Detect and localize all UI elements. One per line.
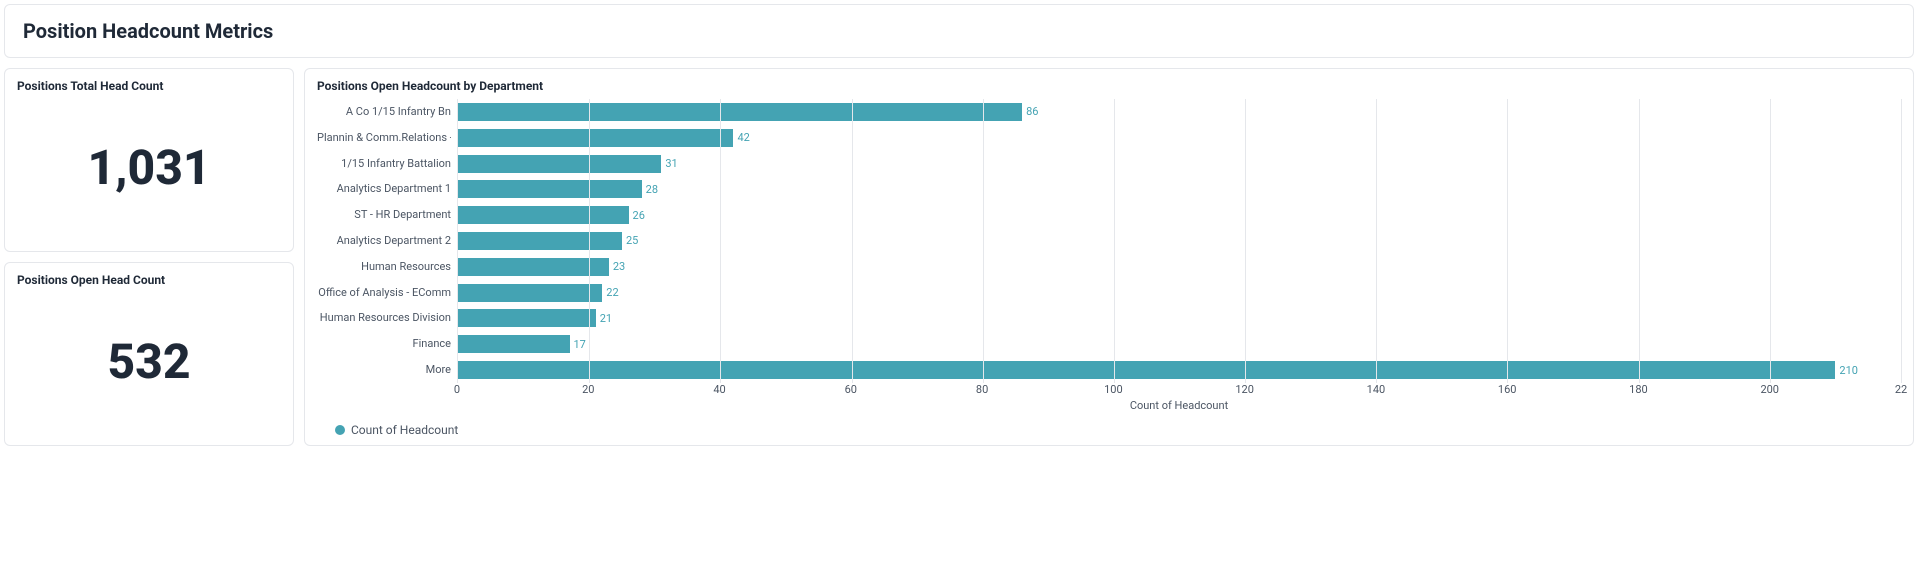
- y-tick-label: A Co 1/15 Infantry Bn: [317, 103, 451, 121]
- x-tick-label: 100: [1104, 383, 1123, 396]
- bars-container[interactable]: 86 42 31 2826 2523 22 21 17 210: [457, 99, 1901, 383]
- bar-row[interactable]: 28: [458, 180, 1901, 198]
- chart-card: Positions Open Headcount by Department A…: [304, 68, 1914, 446]
- x-tick-label: 120: [1235, 383, 1254, 396]
- gridline: [1376, 99, 1377, 383]
- kpi-open-value: 532: [17, 287, 281, 435]
- page-header: Position Headcount Metrics: [4, 4, 1914, 58]
- bar-value-label: 26: [633, 209, 645, 222]
- y-tick-label: Analytics Department 2: [317, 232, 451, 250]
- bar[interactable]: [458, 258, 609, 276]
- bar-row[interactable]: 26: [458, 206, 1901, 224]
- chart-legend[interactable]: Count of Headcount: [317, 417, 1901, 437]
- bar-row[interactable]: 21: [458, 309, 1901, 327]
- y-tick-label: Office of Analysis - EComm: [317, 284, 451, 302]
- bar-value-label: 42: [737, 131, 749, 144]
- kpi-total-title: Positions Total Head Count: [17, 79, 281, 93]
- content-row: Positions Total Head Count 1,031 Positio…: [0, 68, 1918, 446]
- bar-value-label: 21: [600, 312, 612, 325]
- bar[interactable]: [458, 103, 1022, 121]
- gridline: [1114, 99, 1115, 383]
- bar-row[interactable]: 86: [458, 103, 1901, 121]
- bar[interactable]: [458, 361, 1835, 379]
- bar[interactable]: [458, 206, 629, 224]
- bar-row[interactable]: 23: [458, 258, 1901, 276]
- gridline: [852, 99, 853, 383]
- bar-value-label: 31: [665, 157, 677, 170]
- bar-value-label: 28: [646, 183, 658, 196]
- kpi-open-card: Positions Open Head Count 532: [4, 262, 294, 446]
- gridline: [589, 99, 590, 383]
- bar-value-label: 17: [574, 338, 586, 351]
- bar-value-label: 23: [613, 260, 625, 273]
- y-axis-labels: A Co 1/15 Infantry Bn Plannin & Comm.Rela…: [317, 99, 457, 383]
- kpi-total-card: Positions Total Head Count 1,031: [4, 68, 294, 252]
- bar[interactable]: [458, 335, 570, 353]
- x-axis-label-row: Count of Headcount: [317, 399, 1901, 417]
- x-tick-label: 160: [1498, 383, 1517, 396]
- page-title: Position Headcount Metrics: [23, 19, 1895, 43]
- bars-stack: 86 42 31 2826 2523 22 21 17 210: [458, 99, 1901, 383]
- bar-value-label: 22: [606, 286, 618, 299]
- x-axis-label: Count of Headcount: [457, 399, 1901, 417]
- bar[interactable]: [458, 309, 596, 327]
- legend-dot-icon: [335, 425, 345, 435]
- kpi-open-title: Positions Open Head Count: [17, 273, 281, 287]
- bar[interactable]: [458, 129, 733, 147]
- gridline: [720, 99, 721, 383]
- gridline: [1770, 99, 1771, 383]
- bar-row[interactable]: 25: [458, 232, 1901, 250]
- gridline: [1901, 99, 1902, 383]
- x-tick-label: 22: [1895, 383, 1907, 396]
- y-tick-label: Analytics Department 1: [317, 180, 451, 198]
- bar-value-label: 210: [1839, 364, 1858, 377]
- legend-label: Count of Headcount: [351, 423, 458, 437]
- y-tick-label: Human Resources Division: [317, 309, 451, 327]
- bar-value-label: 86: [1026, 105, 1038, 118]
- kpi-column: Positions Total Head Count 1,031 Positio…: [4, 68, 294, 446]
- bar-row[interactable]: 31: [458, 155, 1901, 173]
- y-tick-label: More: [317, 361, 451, 379]
- y-tick-label: Human Resources: [317, 258, 451, 276]
- chart-body: A Co 1/15 Infantry Bn Plannin & Comm.Rela…: [317, 99, 1901, 417]
- gridline: [1507, 99, 1508, 383]
- bar-row[interactable]: 22: [458, 284, 1901, 302]
- bar[interactable]: [458, 232, 622, 250]
- x-axis-ticks: 02040608010012014016018020022: [457, 383, 1901, 399]
- chart-title: Positions Open Headcount by Department: [317, 79, 1901, 93]
- kpi-total-value: 1,031: [17, 93, 281, 241]
- x-tick-label: 0: [454, 383, 460, 396]
- x-tick-label: 200: [1760, 383, 1779, 396]
- x-tick-label: 40: [713, 383, 725, 396]
- bar[interactable]: [458, 180, 642, 198]
- plot-area: A Co 1/15 Infantry Bn Plannin & Comm.Rela…: [317, 99, 1901, 383]
- bar-row[interactable]: 17: [458, 335, 1901, 353]
- y-tick-label: ST - HR Department: [317, 206, 451, 224]
- y-tick-label: 1/15 Infantry Battalion: [317, 155, 451, 173]
- bar-row[interactable]: 42: [458, 129, 1901, 147]
- y-tick-label: Finance: [317, 335, 451, 353]
- bar[interactable]: [458, 284, 602, 302]
- gridline: [1245, 99, 1246, 383]
- bar-row[interactable]: 210: [458, 361, 1901, 379]
- bar-value-label: 25: [626, 234, 638, 247]
- x-tick-label: 140: [1367, 383, 1386, 396]
- y-tick-label: Plannin & Comm.Relations - E: [317, 129, 451, 147]
- x-tick-label: 60: [845, 383, 857, 396]
- x-tick-label: 20: [582, 383, 594, 396]
- gridline: [983, 99, 984, 383]
- x-tick-label: 180: [1629, 383, 1648, 396]
- x-axis-ticks-row: 02040608010012014016018020022: [317, 383, 1901, 399]
- bar[interactable]: [458, 155, 661, 173]
- gridline: [1639, 99, 1640, 383]
- x-tick-label: 80: [976, 383, 988, 396]
